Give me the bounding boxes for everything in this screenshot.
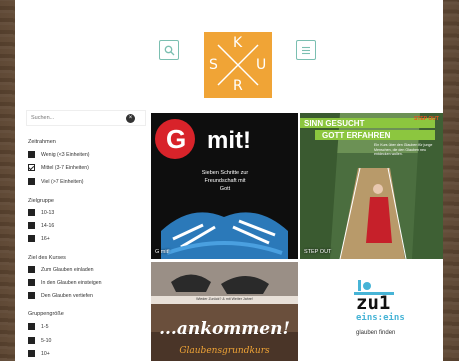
logo-letter-u: U xyxy=(256,57,267,73)
tile-art-line2: eins:eins xyxy=(356,313,405,323)
filter-option-label: 14-16 xyxy=(41,222,55,229)
filter-group-title: Zeitrahmen xyxy=(28,139,56,145)
filter-option-label: 16+ xyxy=(41,235,50,242)
filter-option-label: Mittel (3-7 Einheiten) xyxy=(41,164,89,171)
checkbox[interactable] xyxy=(28,178,35,185)
tile-art-text: Ein Kurs über den Glauben für junge Mens… xyxy=(374,143,433,156)
menu-icon xyxy=(302,46,310,54)
filter-option[interactable]: 1-5 xyxy=(28,323,49,330)
tile-art-title: ...ankommen! xyxy=(159,319,290,339)
tile-art-badge: STEP OUT xyxy=(414,116,439,122)
logo-letter-k: K xyxy=(233,35,243,51)
filter-group-title: Ziel des Kurses xyxy=(28,255,66,261)
tile-art-title-bottom: GOTT ERFAHREN xyxy=(322,131,391,140)
checkbox[interactable] xyxy=(28,209,35,216)
tile-art-subtitle: Glaubensgrundkurs xyxy=(179,346,270,356)
filter-option[interactable]: Viel (>7 Einheiten) xyxy=(28,178,83,185)
filter-option-label: 1-5 xyxy=(41,323,49,330)
filter-option-label: Viel (>7 Einheiten) xyxy=(41,178,84,185)
filter-sidebar: × Zeitrahmen Wenig (<3 Einheiten) Mittel… xyxy=(26,108,146,361)
tile-art-letter: G xyxy=(166,124,187,154)
page: K S U R × Zeitrahmen Wenig (<3 Einheiten… xyxy=(15,0,443,361)
skur-logo[interactable]: K S U R xyxy=(204,32,272,98)
filter-option[interactable]: 10-13 xyxy=(28,209,54,216)
filter-option-label: Zum Glauben einladen xyxy=(41,266,94,273)
tile-label: STEP OUT xyxy=(304,249,332,255)
close-icon: × xyxy=(128,115,133,121)
checkbox[interactable] xyxy=(28,292,35,299)
logo-letter-r: R xyxy=(233,78,243,94)
filter-option[interactable]: 14-16 xyxy=(28,222,54,229)
tile-art-line1: zu1 xyxy=(356,292,391,314)
filter-option[interactable]: Mittel (3-7 Einheiten) xyxy=(28,164,89,171)
tile-banner-text: Wieder Zurück? & mit Weiter Jahre! xyxy=(196,297,253,301)
filter-option-label: 10+ xyxy=(41,350,50,357)
search-icon xyxy=(164,45,174,55)
filter-option-label: 5-10 xyxy=(41,337,52,344)
search-button[interactable] xyxy=(159,40,179,60)
course-tile[interactable]: Wieder Zurück? & mit Weiter Jahre! ...an… xyxy=(151,262,298,361)
menu-button[interactable] xyxy=(296,40,316,60)
checkbox[interactable] xyxy=(28,350,35,357)
filter-option-label: In den Glauben einsteigen xyxy=(41,279,102,286)
search-field: × xyxy=(26,110,146,126)
filter-option[interactable]: In den Glauben einsteigen xyxy=(28,279,102,286)
checkbox[interactable] xyxy=(28,279,35,286)
filter-option-label: 10-13 xyxy=(41,209,55,216)
tile-art-subtitle: Sieben Schritte zur Freundschaft mit Got… xyxy=(201,170,249,192)
filter-option[interactable]: 5-10 xyxy=(28,337,51,344)
tile-art-title: mit! xyxy=(207,127,251,154)
filter-option[interactable]: 10+ xyxy=(28,350,50,357)
course-tile[interactable]: zu1 eins:eins glauben finden xyxy=(300,262,443,361)
filter-option[interactable]: Zum Glauben einladen xyxy=(28,266,94,273)
checkbox[interactable] xyxy=(28,323,35,330)
checkbox[interactable] xyxy=(28,164,35,171)
course-tile[interactable]: G mit! Sieben Schritte zur Freundschaft … xyxy=(151,113,298,259)
filter-option[interactable]: Wenig (<3 Einheiten) xyxy=(28,151,90,158)
checkbox[interactable] xyxy=(28,222,35,229)
tile-art-title-top: SINN GESUCHT xyxy=(304,119,365,128)
filter-group-title: Gruppengröße xyxy=(28,311,64,317)
filter-option[interactable]: Den Glauben vertiefen xyxy=(28,292,93,299)
clear-search-button[interactable]: × xyxy=(126,114,135,123)
checkbox[interactable] xyxy=(28,266,35,273)
tile-label: G mit! xyxy=(155,249,170,255)
checkbox[interactable] xyxy=(28,235,35,242)
filter-group-title: Zielgruppe xyxy=(28,198,54,204)
search-input[interactable] xyxy=(31,115,121,121)
checkbox[interactable] xyxy=(28,337,35,344)
logo-letter-s: S xyxy=(209,57,218,73)
checkbox[interactable] xyxy=(28,151,35,158)
tile-art-caption: glauben finden xyxy=(356,330,396,336)
course-tile[interactable]: SINN GESUCHT STEP OUT GOTT ERFAHREN Ein … xyxy=(300,113,443,259)
header: K S U R xyxy=(15,0,443,105)
filter-option[interactable]: 16+ xyxy=(28,235,50,242)
filter-option-label: Wenig (<3 Einheiten) xyxy=(41,151,90,158)
filter-option-label: Den Glauben vertiefen xyxy=(41,292,93,299)
